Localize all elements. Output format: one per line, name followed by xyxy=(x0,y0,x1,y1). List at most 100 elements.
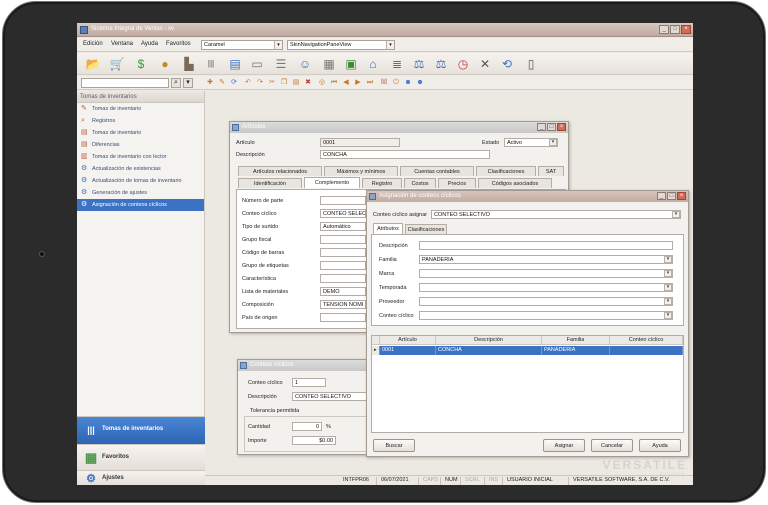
user-icon[interactable]: ☻ xyxy=(403,78,413,88)
maximize-button[interactable]: □ xyxy=(547,123,556,131)
calculator-icon[interactable]: ▦ xyxy=(321,56,337,72)
cut-icon[interactable]: ✂ xyxy=(267,78,277,88)
factory-icon[interactable]: ▙ xyxy=(181,56,197,72)
proveedor-select[interactable]: ▾ xyxy=(419,297,673,306)
close-button[interactable]: × xyxy=(681,25,691,34)
grid-header-conteo[interactable]: Conteo cíclico xyxy=(610,336,683,345)
nav-item-existencias[interactable]: ⚙ Actualización de existencias xyxy=(77,163,204,175)
close-button[interactable]: × xyxy=(677,192,686,200)
cancelar-button[interactable]: Cancelar xyxy=(591,439,633,452)
cash-icon[interactable]: ▣ xyxy=(343,56,359,72)
copy-icon[interactable]: ❐ xyxy=(279,78,289,88)
tab-articulos-relacionados[interactable]: Artículos relacionados xyxy=(238,166,322,176)
pais-origen-field[interactable] xyxy=(320,313,366,322)
first-icon[interactable]: ⏮ xyxy=(329,78,339,88)
nav-item-tomas[interactable]: ✎ Tomas de inventario xyxy=(77,103,204,115)
users-small-icon[interactable]: ☻ xyxy=(415,78,425,88)
tab-atributos[interactable]: Atributos xyxy=(373,223,403,234)
tab-identificacion[interactable]: Identificación xyxy=(238,178,302,188)
descripcion-field[interactable]: CONCHA xyxy=(320,150,490,159)
filter-icon[interactable]: ▾ xyxy=(183,78,193,88)
cell-descripcion[interactable]: CONCHA xyxy=(436,346,542,355)
numero-parte-field[interactable] xyxy=(320,196,366,205)
list-icon[interactable]: ☰ xyxy=(273,56,289,72)
last-icon[interactable]: ⏭ xyxy=(365,78,375,88)
search-input[interactable] xyxy=(81,78,169,88)
clock-icon[interactable]: ◷ xyxy=(455,56,471,72)
conteo-ciclico-field[interactable]: CONTEO SELEC xyxy=(320,209,366,218)
paste-icon[interactable]: ▤ xyxy=(291,78,301,88)
articulo-field[interactable]: 0001 xyxy=(320,138,400,147)
cart-icon[interactable]: 🛒 xyxy=(109,56,125,72)
nav-item-tomas-report[interactable]: ▤ Tomas de inventario xyxy=(77,127,204,139)
find-icon[interactable]: ◎ xyxy=(317,78,327,88)
price-tag-icon[interactable]: $ xyxy=(133,56,149,72)
tab-clasificaciones[interactable]: Clasificaciones xyxy=(405,224,447,234)
marca-select[interactable]: ▾ xyxy=(419,269,673,278)
statement-icon[interactable]: ≣ xyxy=(389,56,405,72)
buscar-button[interactable]: Buscar xyxy=(373,439,415,452)
minimize-button[interactable]: _ xyxy=(657,192,666,200)
temporada-select[interactable]: ▾ xyxy=(419,283,673,292)
familia-select[interactable]: PANADERIA ▾ xyxy=(419,255,673,264)
prev-icon[interactable]: ◀ xyxy=(341,78,351,88)
grid-header-articulo[interactable]: Artículo xyxy=(380,336,436,345)
next-icon[interactable]: ▶ xyxy=(353,78,363,88)
card-icon[interactable]: ▭ xyxy=(249,56,265,72)
nav-item-actualizacion-tomas[interactable]: ⚙ Actualización de tomas de inventario xyxy=(77,175,204,187)
maximize-button[interactable]: □ xyxy=(670,25,680,34)
skin-select[interactable]: SkinNavigationPaneView ▾ xyxy=(287,40,395,50)
importe-field[interactable]: $0.00 xyxy=(292,436,336,445)
lista-materiales-field[interactable]: DEMO xyxy=(320,287,366,296)
tab-cuentas-contables[interactable]: Cuentas contables xyxy=(400,166,474,176)
tab-registro[interactable]: Registro xyxy=(362,178,402,188)
redo-icon[interactable]: ↷ xyxy=(255,78,265,88)
cell-articulo[interactable]: 0001 xyxy=(380,346,436,355)
grupo-etiquetas-field[interactable] xyxy=(320,261,366,270)
attr-descripcion-field[interactable] xyxy=(419,241,673,250)
menu-favoritos[interactable]: Favoritos xyxy=(166,41,191,47)
tab-maximos-minimos[interactable]: Máximos y mínimos xyxy=(324,166,398,176)
nav-item-registros[interactable]: ⌕ Registros xyxy=(77,115,204,127)
users-icon[interactable]: ☺ xyxy=(297,56,313,72)
refresh-icon[interactable]: ⟳ xyxy=(229,78,239,88)
tools-icon[interactable]: ✕ xyxy=(477,56,493,72)
coins-icon[interactable]: ● xyxy=(157,56,173,72)
edit-icon[interactable]: ✎ xyxy=(217,78,227,88)
mobile-icon[interactable]: ▯ xyxy=(523,56,539,72)
scale-icon[interactable]: ⚖ xyxy=(411,56,427,72)
nav-item-conteos[interactable]: ⚙ Asignación de conteos cíclicos xyxy=(77,199,204,211)
sync-icon[interactable]: ⟲ xyxy=(499,56,515,72)
cell-conteo[interactable] xyxy=(610,346,683,355)
conteo-asignar-select[interactable]: CONTEO SELECTIVO ▾ xyxy=(431,210,681,219)
estado-select[interactable]: Activo ▾ xyxy=(504,138,558,147)
cell-familia[interactable]: PANADERIA xyxy=(542,346,610,355)
ayuda-button[interactable]: Ayuda xyxy=(639,439,681,452)
minimize-button[interactable]: _ xyxy=(537,123,546,131)
tab-complemento[interactable]: Complemento xyxy=(304,177,360,188)
tab-clasificaciones[interactable]: Clasificaciones xyxy=(476,166,536,176)
grid-header-descripcion[interactable]: Descripción xyxy=(436,336,542,345)
nav-item-lector[interactable]: ▥ Tomas de inventario con lector xyxy=(77,151,204,163)
menu-ventana[interactable]: Ventana xyxy=(111,41,133,47)
cancel-icon[interactable]: ☒ xyxy=(379,78,389,88)
bank-icon[interactable]: ⌂ xyxy=(365,56,381,72)
nav-button-favoritos[interactable]: ▦ Favoritos xyxy=(77,444,205,470)
theme-select[interactable]: Caramel ▾ xyxy=(201,40,283,50)
menu-ayuda[interactable]: Ayuda xyxy=(141,41,158,47)
asignar-button[interactable]: Asignar xyxy=(543,439,585,452)
conteo-field[interactable]: 1 xyxy=(292,378,326,387)
composicion-field[interactable]: TENSION NOMI xyxy=(320,300,366,309)
tipo-surtido-field[interactable]: Automático xyxy=(320,222,366,231)
undo-icon[interactable]: ↶ xyxy=(243,78,253,88)
folder-icon[interactable]: 📂 xyxy=(85,56,101,72)
search-icon[interactable]: ⌕ xyxy=(171,78,181,88)
menu-edicion[interactable]: Edición xyxy=(83,41,103,47)
grid-header-familia[interactable]: Familia xyxy=(542,336,610,345)
document-icon[interactable]: ▤ xyxy=(227,56,243,72)
tab-costos[interactable]: Costos xyxy=(404,178,436,188)
new-icon[interactable]: ✚ xyxy=(205,78,215,88)
tab-sat[interactable]: SAT xyxy=(538,166,564,176)
attr-conteo-select[interactable]: ▾ xyxy=(419,311,673,320)
delete-icon[interactable]: ✖ xyxy=(303,78,313,88)
